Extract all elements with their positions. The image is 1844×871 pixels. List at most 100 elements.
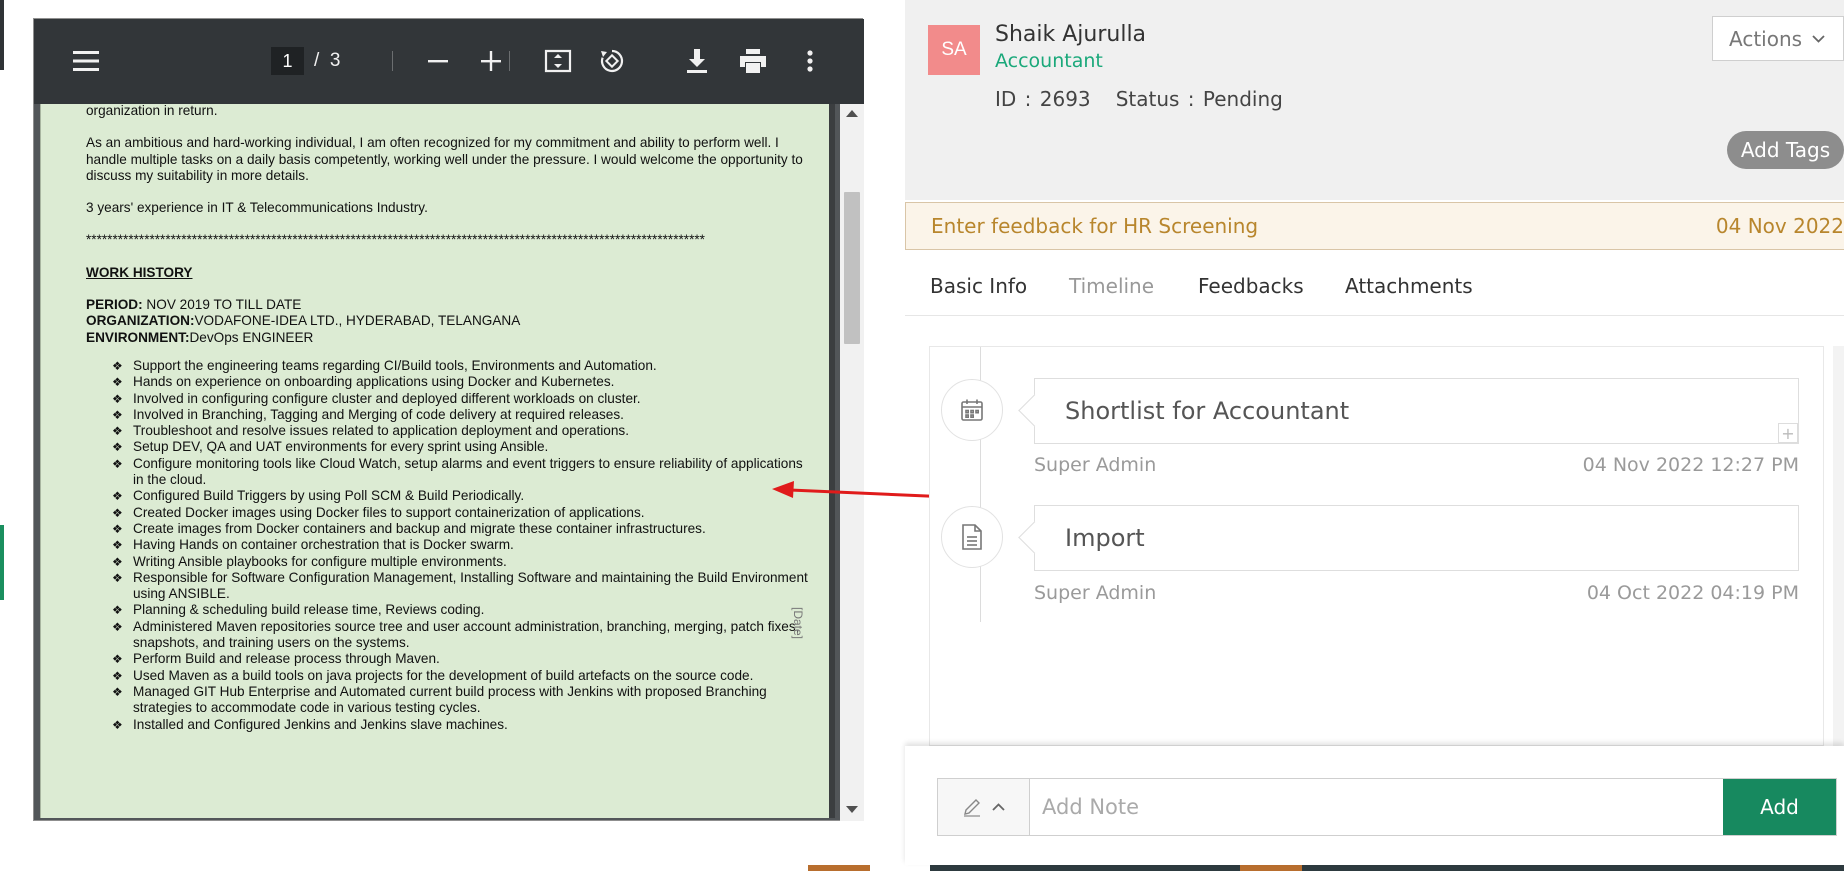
download-icon — [687, 49, 707, 73]
responsibility-item: Managed GIT Hub Enterprise and Automated… — [112, 684, 816, 717]
responsibility-item: Troubleshoot and resolve issues related … — [112, 423, 816, 440]
responsibility-item: Configure monitoring tools like Cloud Wa… — [112, 456, 816, 489]
responsibility-item: Installed and Configured Jenkins and Jen… — [112, 717, 816, 734]
download-button[interactable] — [675, 39, 719, 83]
pdf-toolbar: 1 / 3 — [34, 19, 864, 104]
zoom-out-button[interactable] — [416, 39, 460, 83]
responsibility-item: Involved in configuring configure cluste… — [112, 391, 816, 408]
responsibilities-list: Support the engineering teams regarding … — [112, 358, 816, 733]
organization-label: ORGANIZATION: — [86, 313, 195, 329]
add-note-button[interactable]: Add — [1723, 779, 1836, 835]
environment-value: DevOps ENGINEER — [189, 329, 314, 345]
print-button[interactable] — [731, 39, 775, 83]
fit-to-page-icon — [544, 49, 572, 73]
timeline-event-datetime: 04 Oct 2022 04:19 PM — [1586, 582, 1799, 604]
candidate-panel: SA Shaik Ajurulla Accountant ID : 2693 S… — [905, 0, 1844, 865]
avatar: SA — [928, 25, 980, 75]
tab-bar: Basic Info Timeline Feedbacks Attachment… — [905, 256, 1844, 316]
responsibility-item: Planning & scheduling build release time… — [112, 602, 816, 619]
timeline-event-title: Shortlist for Accountant — [1065, 397, 1350, 425]
period-line: PERIOD: NOV 2019 TO TILL DATE — [86, 297, 816, 313]
responsibility-item: Support the engineering teams regarding … — [112, 358, 816, 375]
menu-button[interactable] — [64, 39, 108, 83]
organization-line: ORGANIZATION:VODAFONE-IDEA LTD., HYDERAB… — [86, 313, 816, 329]
add-tags-button[interactable]: Add Tags — [1727, 131, 1844, 169]
rotate-button[interactable] — [590, 39, 634, 83]
hamburger-menu-icon — [73, 51, 99, 71]
fit-page-button[interactable] — [536, 39, 580, 83]
resume-separator: ****************************************… — [86, 232, 705, 248]
chevron-down-icon — [1812, 34, 1825, 43]
taskbar — [0, 865, 1844, 871]
feedback-prompt-text: Enter feedback for HR Screening — [931, 214, 1259, 238]
toolbar-divider — [509, 51, 510, 71]
pdf-viewer: 1 / 3 organization in return. As an ambi… — [33, 18, 864, 821]
scroll-down-arrow-icon[interactable] — [846, 806, 858, 813]
date-placeholder-tag: [Date] — [791, 607, 805, 640]
pdf-scrollbar[interactable] — [840, 104, 864, 821]
timeline-scrollbar[interactable] — [1833, 346, 1844, 746]
resume-experience: 3 years' experience in IT & Telecommunic… — [86, 200, 428, 216]
document-icon — [962, 524, 982, 550]
responsibility-item: Involved in Branching, Tagging and Mergi… — [112, 407, 816, 424]
chevron-up-icon — [992, 803, 1005, 811]
tab-timeline[interactable]: Timeline — [1069, 274, 1154, 298]
responsibility-item: Hands on experience on onboarding applic… — [112, 374, 816, 391]
timeline-event-title: Import — [1065, 524, 1145, 552]
zoom-in-button[interactable] — [469, 39, 513, 83]
candidate-name: Shaik Ajurulla — [995, 22, 1147, 47]
timeline-event-datetime: 04 Nov 2022 12:27 PM — [1582, 454, 1799, 476]
left-edge-dark — [0, 0, 4, 70]
candidate-id-status: ID : 2693 Status : Pending — [995, 87, 1283, 111]
pencil-icon — [964, 799, 980, 817]
total-pages: 3 — [329, 50, 341, 71]
left-edge-accent — [0, 525, 4, 600]
feedback-date: 04 Nov 2022 — [1715, 214, 1844, 238]
page-number-input[interactable]: 1 — [271, 47, 304, 75]
plus-icon — [481, 51, 501, 71]
scroll-up-arrow-icon[interactable] — [846, 110, 858, 117]
page-count: / 3 — [314, 47, 340, 75]
toolbar-divider — [392, 51, 393, 71]
responsibility-item: Perform Build and release process throug… — [112, 651, 816, 668]
timeline-event-icon — [941, 379, 1003, 441]
responsibility-item: Used Maven as a build tools on java proj… — [112, 668, 816, 685]
timeline-event-title-box: Import — [1034, 505, 1799, 571]
more-vertical-icon — [807, 50, 813, 72]
responsibility-item: Administered Maven repositories source t… — [112, 619, 816, 652]
tab-feedbacks[interactable]: Feedbacks — [1198, 274, 1304, 298]
note-input-group: Add — [937, 778, 1837, 836]
period-label: PERIOD: — [86, 297, 143, 313]
note-input[interactable] — [1030, 779, 1723, 835]
period-value: NOV 2019 TO TILL DATE — [142, 297, 302, 313]
note-type-toggle[interactable] — [938, 779, 1030, 835]
responsibility-item: Writing Ansible playbooks for configure … — [112, 554, 816, 571]
timeline-event-title-box: Shortlist for Accountant + — [1034, 378, 1799, 444]
candidate-header: SA Shaik Ajurulla Accountant ID : 2693 S… — [905, 0, 1844, 200]
feedback-prompt-bar[interactable]: Enter feedback for HR Screening 04 Nov 2… — [905, 202, 1844, 250]
tab-basic-info[interactable]: Basic Info — [930, 274, 1027, 298]
taskbar-app-indicator[interactable] — [808, 865, 870, 871]
minus-icon — [428, 60, 448, 63]
actions-dropdown-button[interactable]: Actions — [1712, 16, 1844, 61]
taskbar-app-indicator[interactable] — [1240, 865, 1302, 871]
work-history-heading: WORK HISTORY — [86, 264, 193, 280]
environment-line: ENVIRONMENT:DevOps ENGINEER — [86, 330, 816, 346]
tab-attachments[interactable]: Attachments — [1345, 274, 1473, 298]
timeline-event-meta: Super Admin 04 Oct 2022 04:19 PM — [1034, 582, 1799, 604]
timeline-event-icon — [941, 506, 1003, 568]
resume-content: organization in return. As an ambitious … — [86, 104, 816, 733]
calendar-icon — [961, 399, 983, 421]
candidate-role: Accountant — [995, 50, 1103, 72]
responsibility-item: Having Hands on container orchestration … — [112, 537, 816, 554]
actions-label: Actions — [1729, 26, 1803, 51]
responsibility-item: Responsible for Software Configuration M… — [112, 570, 816, 603]
print-icon — [740, 49, 766, 73]
expand-plus-icon[interactable]: + — [1778, 423, 1798, 443]
scrollbar-thumb[interactable] — [844, 192, 860, 344]
resume-intro-line: organization in return. — [86, 104, 218, 118]
responsibility-item: Created Docker images using Docker files… — [112, 505, 816, 522]
note-composer: Add — [905, 746, 1844, 865]
taskbar-light-segment — [0, 865, 930, 871]
more-options-button[interactable] — [788, 39, 832, 83]
